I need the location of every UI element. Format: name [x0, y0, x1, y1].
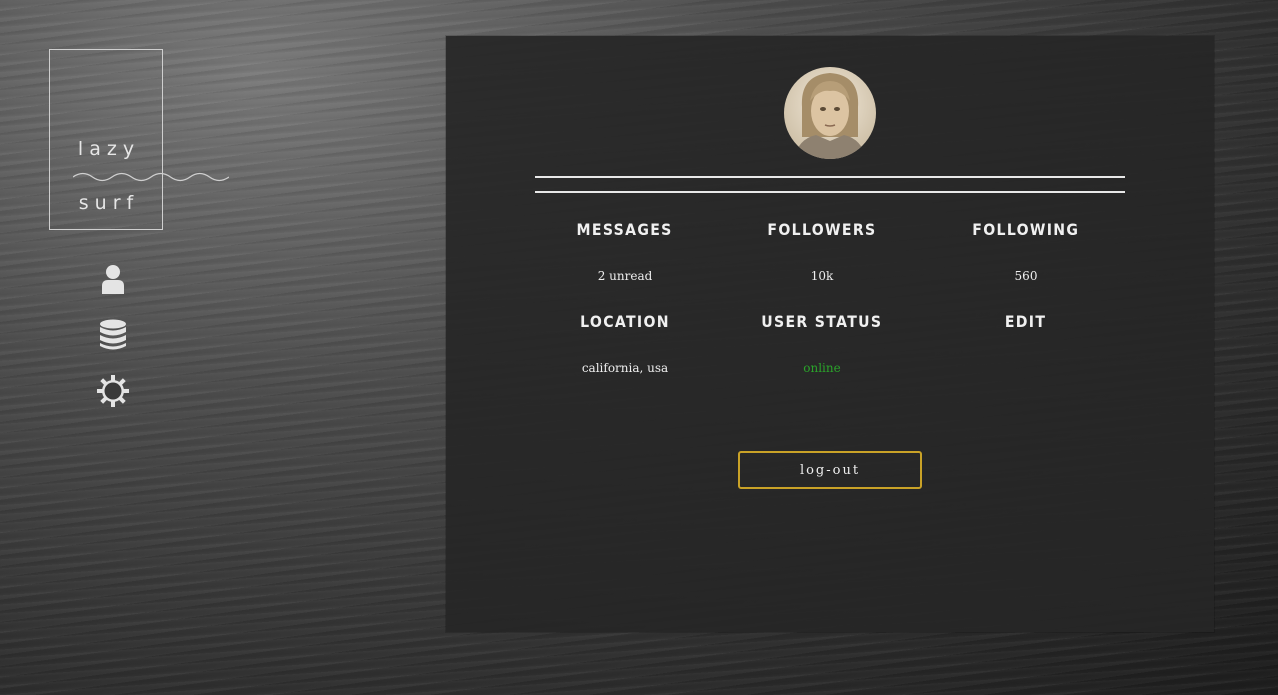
- profile-panel: MESSAGES 2 unread FOLLOWERS 10k FOLLOWIN…: [446, 36, 1214, 632]
- edit-label: EDIT: [1005, 312, 1047, 331]
- stat-label: USER STATUS: [761, 312, 883, 331]
- avatar[interactable]: [784, 67, 876, 159]
- stat-value: california, usa: [581, 361, 669, 375]
- sidebar-item-profile[interactable]: [96, 262, 130, 296]
- stat-label: FOLLOWERS: [767, 220, 877, 239]
- stat-followers[interactable]: FOLLOWERS: [722, 220, 922, 239]
- status-badge: online: [803, 361, 841, 375]
- logout-button[interactable]: log-out: [738, 451, 922, 489]
- database-icon: [100, 319, 126, 350]
- stat-value: 2 unread: [597, 269, 653, 283]
- sidebar-item-settings[interactable]: [96, 374, 130, 408]
- stat-value: 10k: [810, 269, 834, 283]
- logo[interactable]: lazy surf: [49, 49, 163, 230]
- logo-text-top: lazy: [77, 138, 141, 160]
- stat-following-value-wrap: 560: [926, 269, 1126, 283]
- stat-user-status-value-wrap: online: [722, 361, 922, 375]
- stat-label: FOLLOWING: [972, 220, 1080, 239]
- stat-user-status: USER STATUS: [722, 312, 922, 331]
- divider: [535, 176, 1125, 178]
- sidebar-item-database[interactable]: [96, 318, 130, 352]
- stat-label: MESSAGES: [576, 220, 674, 239]
- stat-location: LOCATION: [525, 312, 725, 331]
- stat-followers-value-wrap: 10k: [722, 269, 922, 283]
- wave-icon: [73, 172, 229, 182]
- stat-location-value-wrap: california, usa: [525, 361, 725, 375]
- stat-value: 560: [1014, 269, 1038, 283]
- logo-text-bottom: surf: [78, 192, 140, 214]
- stat-messages-value-wrap: 2 unread: [525, 269, 725, 283]
- stat-messages[interactable]: MESSAGES: [525, 220, 725, 239]
- edit-button[interactable]: EDIT: [926, 312, 1126, 331]
- stat-label: LOCATION: [580, 312, 670, 331]
- stat-following[interactable]: FOLLOWING: [926, 220, 1126, 239]
- gear-icon: [97, 375, 129, 407]
- divider: [535, 191, 1125, 193]
- user-icon: [102, 265, 124, 294]
